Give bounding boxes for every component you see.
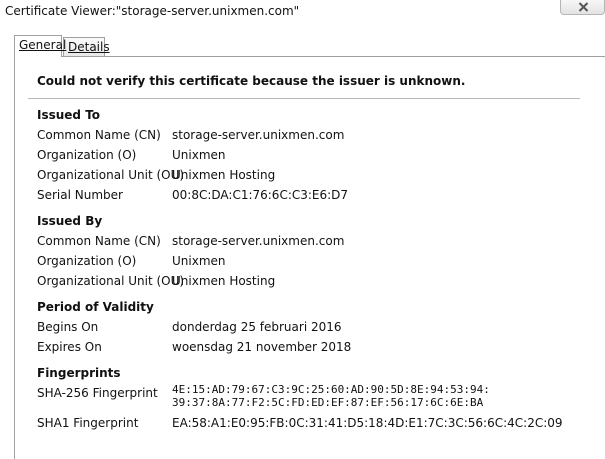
sha1-value: EA:58:A1:E0:95:FB:0C:31:41:D5:18:4D:E1:7… [172,416,563,430]
issued-to-heading: Issued To [37,108,101,122]
sha256-line-2: 39:37:8A:77:F2:5C:FD:ED:EF:87:EF:56:17:6… [172,396,484,409]
close-icon [578,2,589,12]
tab-general[interactable]: General [14,35,66,57]
issued-by-heading: Issued By [37,214,103,228]
begins-on-value: donderdag 25 februari 2016 [172,320,342,334]
issued-by-ou-label: Organizational Unit (OU) [37,274,185,288]
sha256-label: SHA-256 Fingerprint [37,386,158,400]
issued-to-ou-label: Organizational Unit (OU) [37,168,185,182]
serial-number-value: 00:8C:DA:C1:76:6C:C3:E6:D7 [172,188,349,202]
expires-on-label: Expires On [37,340,102,354]
sha256-line-1: 4E:15:AD:79:67:C3:9C:25:60:AD:90:5D:8E:9… [172,383,490,396]
window-title: Certificate Viewer:"storage-server.unixm… [5,4,300,18]
issued-by-o-value: Unixmen [172,254,226,268]
issued-to-o-value: Unixmen [172,148,226,162]
issued-by-o-label: Organization (O) [37,254,137,268]
tab-details[interactable]: Details [63,37,110,57]
tab-details-label: Details [68,40,110,54]
issued-to-cn-value: storage-server.unixmen.com [172,128,345,142]
issued-to-o-label: Organization (O) [37,148,137,162]
serial-number-label: Serial Number [37,188,123,202]
issued-to-cn-label: Common Name (CN) [37,128,161,142]
issued-by-cn-label: Common Name (CN) [37,234,161,248]
begins-on-label: Begins On [37,320,99,334]
divider [28,98,580,99]
issued-by-cn-value: storage-server.unixmen.com [172,234,345,248]
issued-to-ou-value: Unixmen Hosting [172,168,276,182]
close-button[interactable] [560,0,605,15]
sha256-value: 4E:15:AD:79:67:C3:9C:25:60:AD:90:5D:8E:9… [172,383,490,409]
sha1-label: SHA1 Fingerprint [37,416,139,430]
fingerprints-heading: Fingerprints [37,366,121,380]
verification-warning: Could not verify this certificate becaus… [37,74,466,88]
issued-by-ou-value: Unixmen Hosting [172,274,276,288]
expires-on-value: woensdag 21 november 2018 [172,340,352,354]
title-bar: Certificate Viewer:"storage-server.unixm… [0,0,605,28]
tab-general-label: General [19,38,67,52]
validity-heading: Period of Validity [37,300,154,314]
